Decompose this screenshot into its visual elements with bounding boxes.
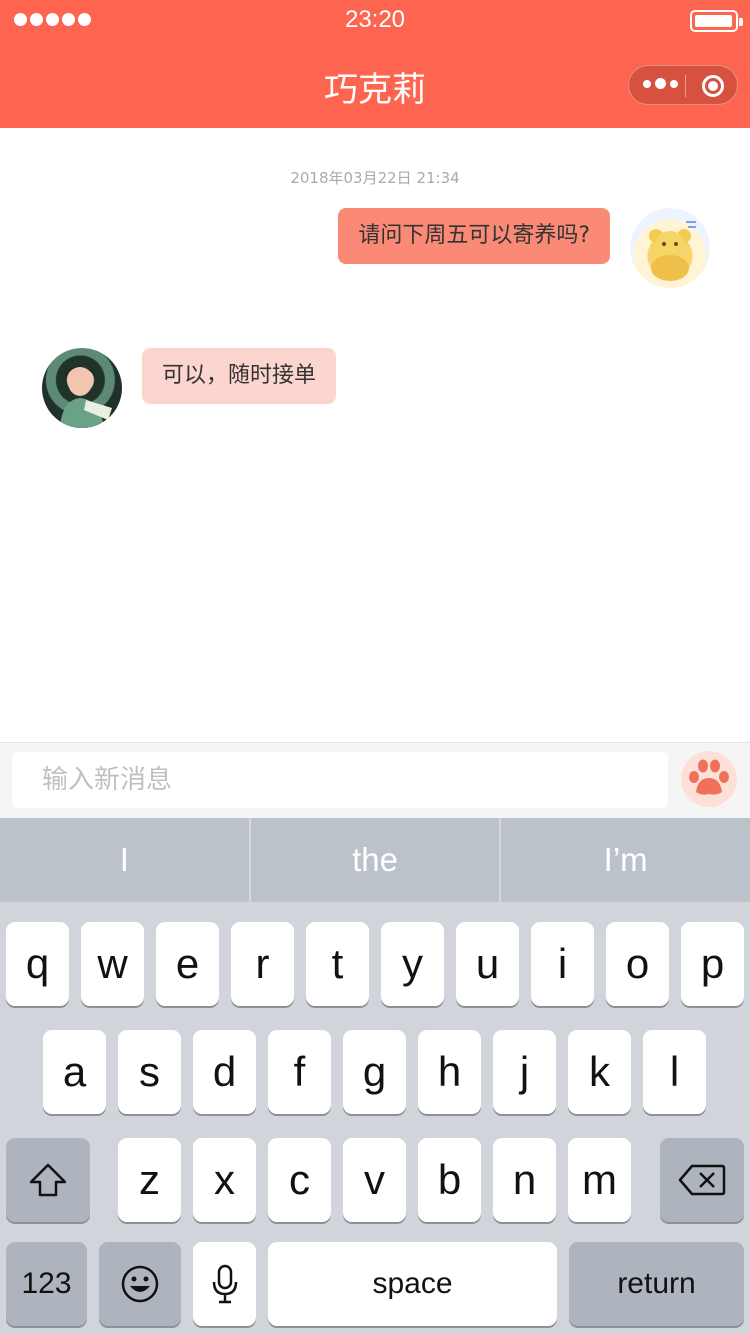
key-y[interactable]: y (381, 922, 444, 1006)
key-n[interactable]: n (493, 1138, 556, 1222)
dictation-key[interactable] (193, 1242, 256, 1326)
target-circle-icon[interactable] (702, 75, 724, 97)
nav-bar: 23:20 巧克莉 (0, 0, 750, 128)
key-i[interactable]: i (531, 922, 594, 1006)
emoji-icon (121, 1265, 159, 1303)
suggestion-1[interactable]: I (0, 818, 251, 902)
emoji-key[interactable] (99, 1242, 181, 1326)
battery-icon (690, 10, 743, 32)
suggestion-2[interactable]: the (251, 818, 502, 902)
avatar-me[interactable] (630, 208, 710, 288)
keyboard: I the I’m q w e r t y u i o p a s d f g … (0, 818, 750, 1334)
space-key[interactable]: space (268, 1242, 557, 1326)
key-t[interactable]: t (306, 922, 369, 1006)
message-bubble-received[interactable]: 可以，随时接单 (142, 348, 337, 404)
key-k[interactable]: k (568, 1030, 631, 1114)
more-dots-icon[interactable] (643, 78, 678, 89)
key-f[interactable]: f (268, 1030, 331, 1114)
key-l[interactable]: l (643, 1030, 706, 1114)
suggestion-3[interactable]: I’m (501, 818, 750, 902)
key-row-1: q w e r t y u i o p (0, 922, 750, 1008)
suggestion-bar: I the I’m (0, 818, 750, 902)
return-key[interactable]: return (569, 1242, 744, 1326)
paw-icon[interactable] (680, 750, 738, 808)
key-x[interactable]: x (193, 1138, 256, 1222)
microphone-icon (212, 1264, 237, 1304)
mini-program-capsule (628, 65, 738, 105)
shift-icon (29, 1163, 67, 1197)
portrait-avatar-icon (60, 366, 112, 428)
composer-bar (0, 742, 750, 818)
backspace-key[interactable] (660, 1138, 744, 1222)
key-e[interactable]: e (156, 922, 219, 1006)
message-timestamp: 2018年03月22日 21:34 (290, 169, 460, 187)
key-g[interactable]: g (343, 1030, 406, 1114)
key-row-3: z x c v b n m (0, 1138, 750, 1224)
key-c[interactable]: c (268, 1138, 331, 1222)
key-z[interactable]: z (118, 1138, 181, 1222)
key-v[interactable]: v (343, 1138, 406, 1222)
key-q[interactable]: q (6, 922, 69, 1006)
key-row-4: 123 space return (0, 1242, 750, 1328)
key-r[interactable]: r (231, 922, 294, 1006)
key-b[interactable]: b (418, 1138, 481, 1222)
status-time: 23:20 (344, 6, 406, 33)
key-o[interactable]: o (606, 922, 669, 1006)
message-input[interactable] (12, 752, 668, 808)
key-s[interactable]: s (118, 1030, 181, 1114)
backspace-icon (678, 1164, 726, 1196)
capsule-divider (685, 75, 686, 97)
key-u[interactable]: u (456, 922, 519, 1006)
key-p[interactable]: p (681, 922, 744, 1006)
key-w[interactable]: w (81, 922, 144, 1006)
key-h[interactable]: h (418, 1030, 481, 1114)
key-m[interactable]: m (568, 1138, 631, 1222)
key-j[interactable]: j (493, 1030, 556, 1114)
numbers-key[interactable]: 123 (6, 1242, 87, 1326)
key-row-2: a s d f g h j k l (0, 1030, 750, 1116)
message-bubble-sent[interactable]: 请问下周五可以寄养吗? (338, 208, 610, 264)
shift-key[interactable] (6, 1138, 90, 1222)
key-d[interactable]: d (193, 1030, 256, 1114)
bear-avatar-icon (649, 221, 696, 281)
avatar-contact[interactable] (42, 348, 122, 428)
key-a[interactable]: a (43, 1030, 106, 1114)
